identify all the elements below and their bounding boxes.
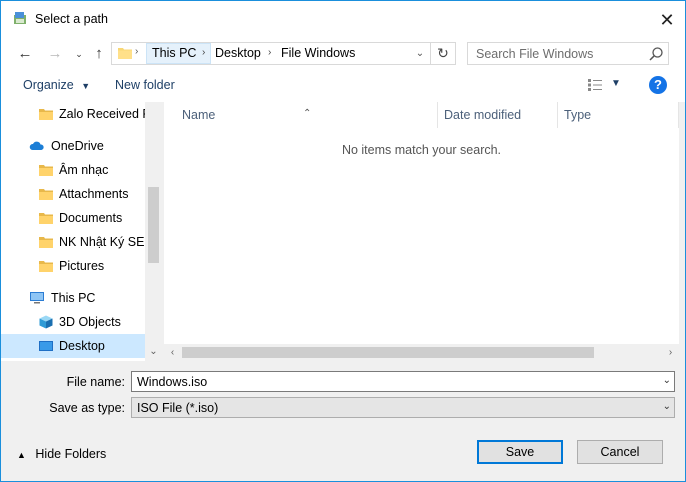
column-header-type[interactable]: Type [558,102,678,128]
computer-icon [30,292,44,304]
file-list: ⌃ Name Date modified Type No items match… [164,102,679,361]
folder-icon [39,237,53,248]
file-name-field[interactable]: Windows.iso ⌄ [131,371,675,392]
refresh-icon[interactable]: ↻ [430,43,455,64]
arrow-left-icon[interactable]: ← [15,44,35,64]
tree-item-onedrive[interactable]: OneDrive [1,134,145,158]
cancel-button[interactable]: Cancel [577,440,663,464]
chevron-down-icon[interactable]: ⌄ [145,343,162,360]
close-icon[interactable]: ✕ [653,7,681,33]
chevron-right-icon[interactable]: › [268,47,271,58]
cube-icon [39,315,53,329]
search-input[interactable]: Search File Windows [467,42,669,65]
scrollbar-thumb[interactable] [148,187,159,263]
folder-icon [39,261,53,272]
caret-up-icon: ▲ [17,450,26,460]
chevron-down-icon[interactable]: ⌄ [413,45,427,62]
tree-label: Âm nhạc [59,163,109,177]
chevron-left-icon[interactable]: ‹ [164,344,181,361]
breadcrumb-file-windows[interactable]: File Windows [281,46,355,60]
navigation-bar: ← → ⌄ ↑ › This PC › Desktop › File Windo… [1,38,685,70]
tree-label: 3D Objects [59,315,121,329]
tree-item-this-pc[interactable]: This PC [1,286,145,310]
save-type-value: ISO File (*.iso) [137,401,219,415]
column-divider[interactable] [678,102,679,128]
tree-label: Pictures [59,259,105,273]
help-icon[interactable]: ? [649,76,667,94]
new-folder-button[interactable]: New folder [115,78,175,92]
tree-label: NK Nhật Ký SEO [59,235,145,249]
cloud-icon [29,141,44,150]
save-type-select[interactable]: ISO File (*.iso) ⌄ [131,397,675,418]
folder-icon [118,48,132,59]
chevron-right-icon: › [135,46,139,57]
save-type-label: Save as type: [49,401,125,415]
tree-label: Attachments [59,187,129,201]
file-name-label: File name: [66,375,125,389]
tree-item-desktop[interactable]: Desktop [1,334,145,358]
breadcrumb-this-pc[interactable]: This PC [152,46,196,60]
desktop-icon [39,341,53,351]
tree-label: This PC [51,291,96,305]
arrow-up-icon[interactable]: ↑ [89,44,109,64]
caret-down-icon[interactable]: ▼ [611,78,621,89]
navigation-pane: Zalo Received Fi OneDrive Âm nhạc Attach… [1,102,162,361]
search-placeholder: Search File Windows [476,47,594,61]
search-icon [649,47,663,61]
tree-item-attachments[interactable]: Attachments [1,182,145,206]
column-header-label: Date modified [444,108,522,122]
scrollbar-thumb[interactable] [182,347,594,358]
tree-item-documents[interactable]: Documents [1,206,145,230]
horizontal-scrollbar[interactable]: ‹ › [164,344,679,361]
chevron-down-icon[interactable]: ⌄ [663,375,671,386]
tree-item-3d-objects[interactable]: 3D Objects [1,310,145,334]
chevron-down-icon[interactable]: ⌄ [663,401,671,412]
breadcrumb-desktop[interactable]: Desktop [215,46,261,60]
tree-item-zalo-received[interactable]: Zalo Received Fi [1,102,145,126]
chevron-right-icon[interactable]: › [202,47,205,58]
save-button[interactable]: Save [477,440,563,464]
folder-icon [39,189,53,200]
folder-icon [39,213,53,224]
select-path-dialog: Select a path ✕ ← → ⌄ ↑ › This PC › Desk… [0,0,686,482]
view-details-icon[interactable] [587,78,603,92]
tree-item-am-nhac[interactable]: Âm nhạc [1,158,145,182]
tree-scrollbar[interactable]: ⌄ [145,102,162,361]
command-toolbar: Organize ▼ New folder ▼ ? [1,70,685,102]
tree-item-nk-nhat-ky-seo[interactable]: NK Nhật Ký SEO [1,230,145,254]
hide-folders-label: Hide Folders [35,447,107,461]
app-icon [14,12,26,24]
organize-button[interactable]: Organize ▼ [23,78,90,92]
file-name-value: Windows.iso [137,375,208,389]
tree-item-pictures[interactable]: Pictures [1,254,145,278]
window-title: Select a path [35,12,108,26]
hide-folders-button[interactable]: ▲ Hide Folders [17,447,106,461]
sort-up-icon: ⌃ [303,108,312,119]
tree-label: OneDrive [51,139,104,153]
chevron-down-icon[interactable]: ⌄ [69,44,89,64]
folder-icon [39,165,53,176]
tree-label: Zalo Received Fi [59,107,145,121]
organize-label: Organize [23,78,74,92]
empty-message: No items match your search. [341,143,502,157]
folder-icon [39,109,53,120]
caret-down-icon: ▼ [81,81,91,91]
column-header-date-modified[interactable]: Date modified [438,102,556,128]
address-bar[interactable]: › This PC › Desktop › File Windows ⌄ ↻ [111,42,456,65]
column-header-name[interactable]: ⌃ Name [164,102,437,128]
column-header-label: Name [182,108,216,122]
tree-label: Documents [59,211,123,225]
tree-label: Desktop [59,339,105,353]
column-header-label: Type [564,108,592,122]
title-bar: Select a path ✕ [1,1,685,38]
arrow-right-icon[interactable]: → [45,44,65,64]
chevron-right-icon[interactable]: › [662,344,679,361]
